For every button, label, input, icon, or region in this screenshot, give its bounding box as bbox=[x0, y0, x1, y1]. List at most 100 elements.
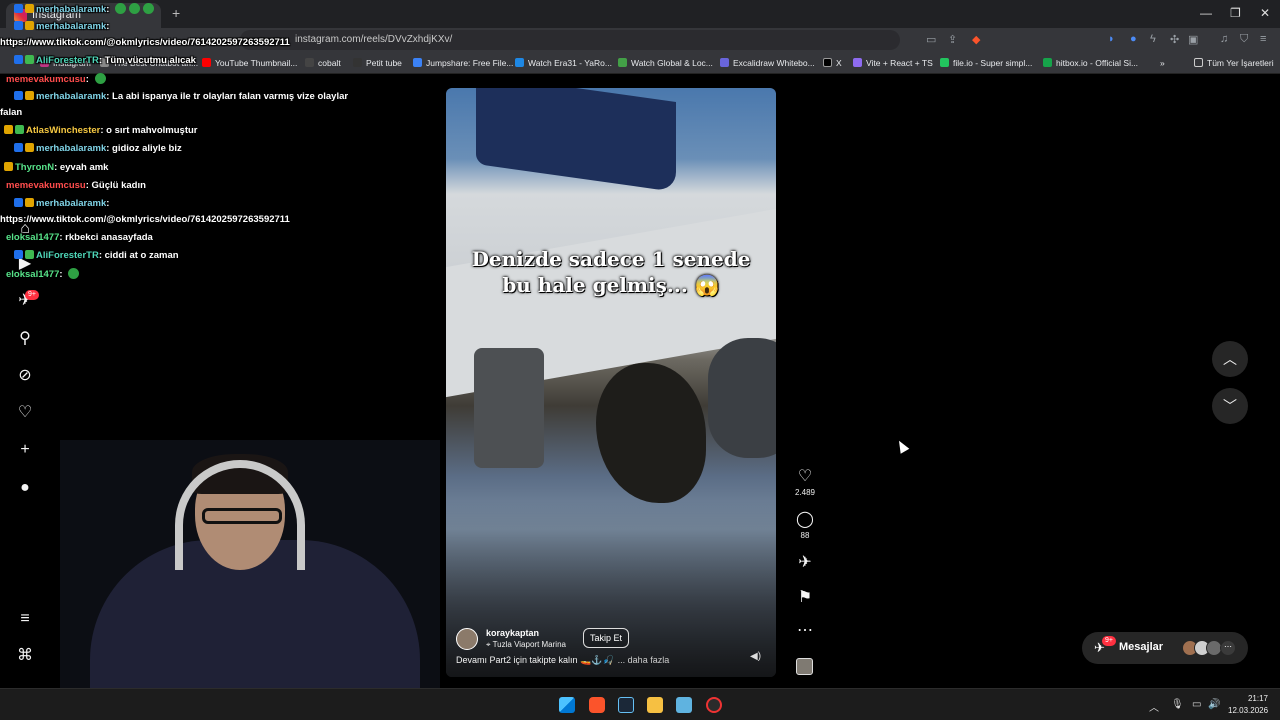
chat-text: : La abi ispanya ile tr olayları falan v… bbox=[106, 91, 349, 102]
more-options-icon[interactable]: ⋯ bbox=[794, 620, 816, 640]
steam-icon[interactable] bbox=[618, 697, 634, 713]
emote-icon bbox=[129, 3, 141, 14]
chat-username: merhabalaramk bbox=[36, 91, 107, 102]
display-icon[interactable]: ▭ bbox=[1192, 699, 1201, 710]
bookmarks-overflow-icon[interactable]: » bbox=[1160, 55, 1165, 71]
like-count: 2.489 bbox=[794, 488, 816, 497]
tray-overflow-icon[interactable]: ︿ bbox=[1149, 699, 1159, 714]
maximize-icon[interactable]: ❐ bbox=[1230, 6, 1241, 20]
bookmark-item[interactable]: Vite + React + TS bbox=[853, 55, 933, 71]
obs-icon[interactable] bbox=[706, 697, 722, 713]
chat-message: AtlasWinchester: o sırt mahvolmuştur bbox=[4, 125, 197, 136]
menu-icon[interactable]: ≡ bbox=[1260, 33, 1266, 45]
chat-username: memevakumcusu bbox=[6, 74, 86, 85]
bookmark-item[interactable]: file.io - Super simpl... bbox=[940, 55, 1032, 71]
chat-message: merhabalaramk: bbox=[14, 3, 155, 15]
bookmark-label: Excalidraw Whitebo... bbox=[733, 58, 815, 68]
caption-line-2: bu hale gelmiş... 😱 bbox=[502, 273, 720, 297]
follow-button[interactable]: Takip Et bbox=[583, 628, 630, 648]
share-reel-icon[interactable]: ✈ bbox=[794, 552, 816, 572]
app-icon[interactable] bbox=[676, 697, 692, 713]
media-icon[interactable]: ♫ bbox=[1220, 33, 1228, 45]
share-icon[interactable]: ⇪ bbox=[948, 33, 957, 46]
clock-time: 21:17 bbox=[1247, 694, 1268, 703]
bookmark-label: file.io - Super simpl... bbox=[953, 58, 1033, 68]
wallet-icon[interactable]: ⛉ bbox=[1240, 33, 1248, 46]
chat-username: merhabalaramk bbox=[36, 4, 107, 15]
video-caption: Denizde sadece 1 senede bu hale gelmiş..… bbox=[446, 246, 776, 298]
author-name[interactable]: koraykaptan bbox=[486, 628, 539, 638]
chat-username: memevakumcusu bbox=[6, 180, 86, 191]
file-explorer-icon[interactable] bbox=[647, 697, 663, 713]
extension-bolt-icon[interactable]: ϟ bbox=[1150, 33, 1156, 45]
chat-text: : Tüm vücutmu alıcak bbox=[98, 55, 196, 66]
chat-text: : gidioz aliyle biz bbox=[106, 143, 182, 154]
more-menu-icon[interactable]: ≡ bbox=[16, 610, 34, 628]
extensions-puzzle-icon[interactable]: ✣ bbox=[1170, 33, 1179, 46]
messages-button[interactable]: ✈ 9+ Mesajlar ⋯ bbox=[1082, 632, 1248, 664]
all-bookmarks-label: Tüm Yer İşaretleri bbox=[1207, 58, 1274, 68]
extension-icon[interactable]: ◗ bbox=[1108, 33, 1115, 45]
chat-text: : rkbekci anasayfada bbox=[59, 232, 153, 243]
chat-message: https://www.tiktok.com/@okmlyrics/video/… bbox=[0, 37, 290, 48]
location[interactable]: ⌖ Tuzla Viaport Marina bbox=[486, 640, 566, 650]
microphone-icon[interactable]: 🎙 bbox=[1171, 699, 1184, 710]
chat-message: AliForesterTR: Tüm vücutmu alıcak bbox=[14, 55, 196, 66]
bookmark-item[interactable]: Watch Global & Loc... bbox=[618, 55, 713, 71]
heart-icon[interactable]: ♡ bbox=[16, 404, 34, 422]
bookmark-label: X bbox=[836, 58, 842, 68]
comment-icon[interactable]: ◯ bbox=[794, 509, 816, 529]
chat-text: : Güçlü kadın bbox=[85, 180, 146, 191]
mute-icon[interactable]: ◀) bbox=[750, 651, 761, 662]
author-avatar[interactable] bbox=[456, 628, 478, 650]
chat-text: : bbox=[85, 74, 92, 85]
search-icon[interactable]: ⚲ bbox=[16, 330, 34, 348]
stream-chat-overlay: merhabalaramk: merhabalaramk: https://ww… bbox=[0, 0, 440, 290]
bookmark-item[interactable]: Watch Era31 - YaRo... bbox=[515, 55, 612, 71]
all-bookmarks[interactable]: Tüm Yer İşaretleri bbox=[1194, 55, 1274, 71]
more-avatars-icon: ⋯ bbox=[1220, 640, 1236, 656]
bookmark-item[interactable]: hitbox.io - Official Si... bbox=[1043, 55, 1138, 71]
caption-line-1: Denizde sadece 1 senede bbox=[471, 247, 751, 271]
next-reel-button[interactable]: ﹀ bbox=[1212, 388, 1248, 424]
screen: Instagram + — ❐ ✕ instagram.com/reels/DV… bbox=[0, 0, 1280, 720]
close-window-icon[interactable]: ✕ bbox=[1260, 6, 1270, 20]
windows-start-icon[interactable] bbox=[559, 697, 575, 713]
like-icon[interactable]: ♡ bbox=[794, 466, 816, 486]
chat-message: merhabalaramk: bbox=[14, 198, 109, 209]
chat-message: merhabalaramk: La abi ispanya ile tr ola… bbox=[14, 91, 348, 102]
create-icon[interactable]: + bbox=[16, 441, 34, 459]
comment-count: 88 bbox=[800, 531, 810, 540]
taskbar: ︿ 🎙 ▭ 🔊 21:17 12.03.2026 bbox=[0, 688, 1280, 720]
also-from-meta-icon[interactable]: ⌘ bbox=[16, 647, 34, 665]
chat-text: : o sırt mahvolmuştur bbox=[100, 125, 198, 136]
brave-browser-icon[interactable] bbox=[589, 697, 605, 713]
bookmark-item[interactable]: X bbox=[823, 55, 842, 71]
audio-thumbnail[interactable] bbox=[796, 658, 813, 675]
save-icon[interactable]: ⚑ bbox=[794, 587, 816, 607]
minimize-icon[interactable]: — bbox=[1200, 6, 1212, 20]
chat-message: merhabalaramk: bbox=[14, 21, 109, 32]
profile-avatar-icon[interactable]: ● bbox=[16, 479, 34, 497]
chat-message: falan bbox=[0, 107, 22, 118]
chat-username: merhabalaramk bbox=[36, 143, 107, 154]
explore-icon[interactable]: ⊘ bbox=[16, 367, 34, 385]
clock[interactable]: 21:17 12.03.2026 bbox=[1228, 693, 1268, 717]
reel-video[interactable]: Denizde sadece 1 senede bu hale gelmiş..… bbox=[446, 88, 776, 677]
sidebar-icon[interactable]: ▣ bbox=[1188, 33, 1198, 46]
vpn-icon[interactable]: ● bbox=[1130, 33, 1137, 45]
screen-cast-icon[interactable]: ▭ bbox=[926, 33, 936, 46]
emote-icon bbox=[115, 3, 127, 14]
volume-icon[interactable]: 🔊 bbox=[1208, 699, 1220, 710]
bookmark-item[interactable]: Excalidraw Whitebo... bbox=[720, 55, 815, 71]
chat-text: : eyvah amk bbox=[54, 162, 109, 173]
brave-shield-icon[interactable]: ◆ bbox=[972, 33, 980, 46]
chat-text: : ciddi at o zaman bbox=[98, 250, 179, 261]
previous-reel-button[interactable]: ︿ bbox=[1212, 341, 1248, 377]
chat-text: https://www.tiktok.com/@okmlyrics/video/… bbox=[0, 37, 290, 48]
chat-username: eloksal1477 bbox=[6, 269, 60, 280]
chat-message: eloksal1477: rkbekci anasayfada bbox=[6, 232, 153, 243]
emote-icon bbox=[143, 3, 155, 14]
chat-username: merhabalaramk bbox=[36, 21, 107, 32]
more-link[interactable]: ... daha fazla bbox=[618, 655, 670, 665]
